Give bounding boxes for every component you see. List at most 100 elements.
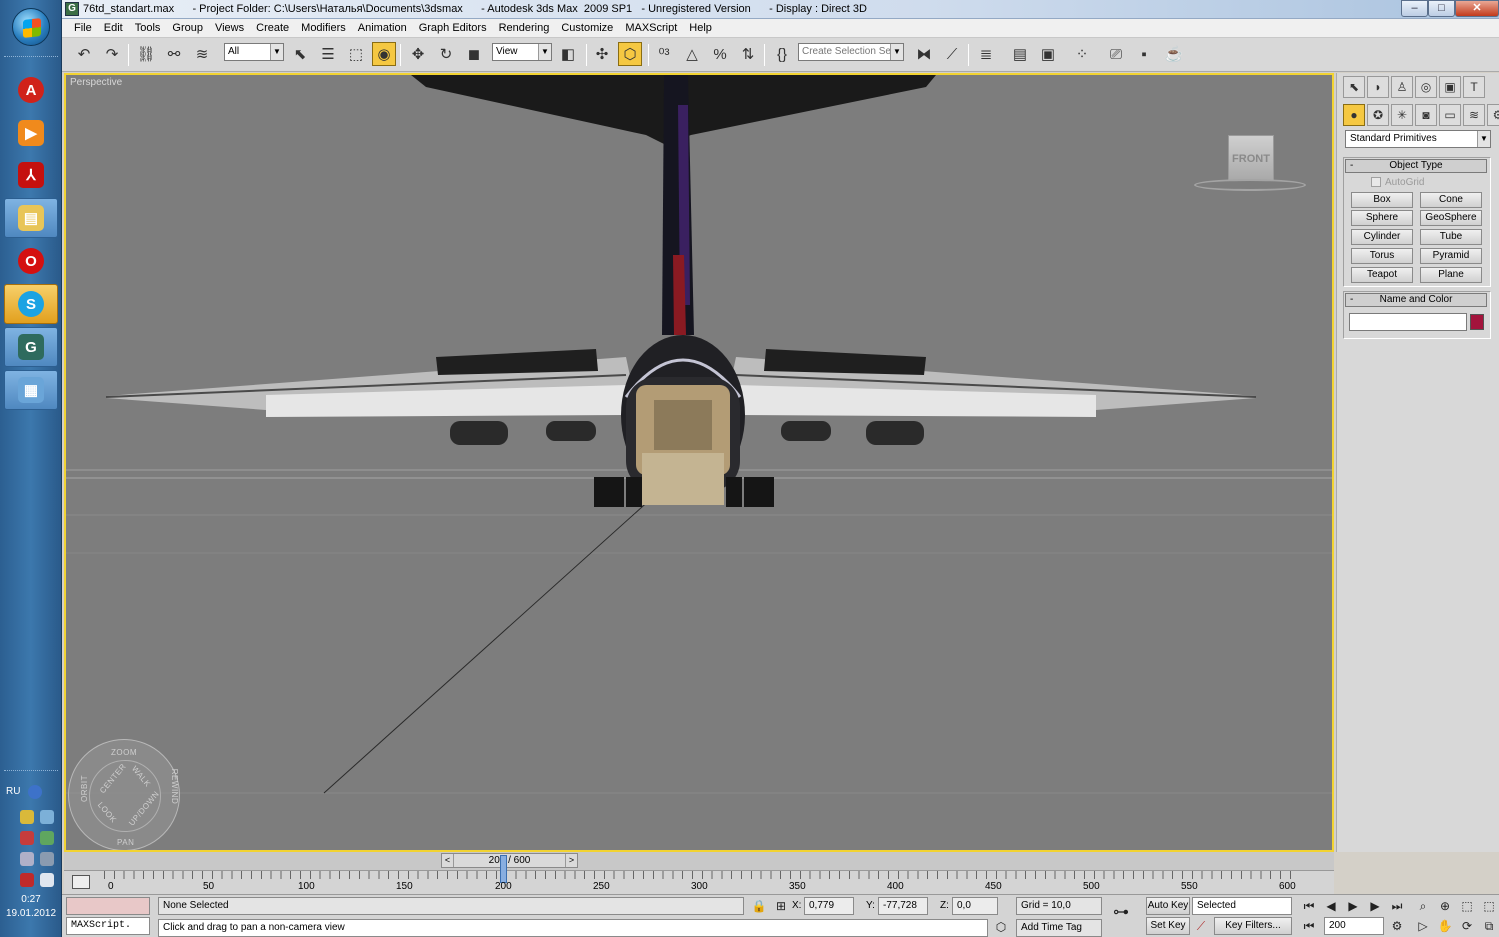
perspective-viewport[interactable]: Perspective FRONT ZOOM ORBIT REWIND PAN …: [64, 73, 1334, 852]
pan-view-icon[interactable]: ✋: [1436, 918, 1454, 934]
previous-frame-button[interactable]: <: [442, 854, 454, 867]
time-slider-thumb[interactable]: < 200 / 600 >: [441, 853, 578, 868]
key-tangent-icon[interactable]: ⟋: [1192, 918, 1210, 934]
steering-wheel[interactable]: ZOOM ORBIT REWIND PAN CENTER WALK LOOK U…: [68, 739, 180, 850]
start-button[interactable]: [12, 8, 50, 46]
menu-rendering[interactable]: Rendering: [493, 22, 556, 34]
taskbar-app-reader[interactable]: A: [4, 70, 58, 110]
align-icon[interactable]: ⟋: [940, 42, 964, 66]
taskbar-app-skype[interactable]: S: [4, 284, 58, 324]
tray-tools-icon[interactable]: [20, 852, 34, 866]
select-and-move-icon[interactable]: ✥: [406, 42, 430, 66]
geometry-icon[interactable]: ●: [1343, 104, 1365, 126]
y-coordinate-input[interactable]: -77,728: [878, 897, 928, 915]
rectangular-selection-icon[interactable]: ⬚: [344, 42, 368, 66]
time-tag-icon[interactable]: ⬡: [992, 919, 1010, 935]
angle-snap-icon[interactable]: △: [680, 42, 704, 66]
sphere-button[interactable]: Sphere: [1351, 210, 1413, 226]
lock-selection-icon[interactable]: 🔒: [750, 898, 768, 914]
next-frame-button[interactable]: >: [565, 854, 577, 867]
torus-button[interactable]: Torus: [1351, 248, 1413, 264]
volume-icon[interactable]: [40, 873, 54, 887]
zoom-extents-icon[interactable]: ⬚: [1458, 898, 1476, 914]
help-icon[interactable]: [28, 785, 42, 799]
object-name-input[interactable]: [1349, 313, 1467, 331]
space-warps-icon[interactable]: ≋: [1463, 104, 1485, 126]
pyramid-button[interactable]: Pyramid: [1420, 248, 1482, 264]
clock-time[interactable]: 0:27: [0, 894, 62, 905]
orbit-icon[interactable]: ⟳: [1458, 918, 1476, 934]
motion-tab-icon[interactable]: ◎: [1415, 76, 1437, 98]
taskbar-grip[interactable]: [4, 56, 58, 59]
field-of-view-icon[interactable]: ▷: [1414, 918, 1432, 934]
zoom-extents-all-icon[interactable]: ⬚: [1480, 898, 1498, 914]
edit-named-selections-icon[interactable]: {}: [770, 42, 794, 66]
open-mini-curve-editor-icon[interactable]: [72, 875, 90, 889]
helpers-icon[interactable]: ▭: [1439, 104, 1461, 126]
menu-graph-editors[interactable]: Graph Editors: [413, 22, 493, 34]
display-tab-icon[interactable]: ▣: [1439, 76, 1461, 98]
viewport-label[interactable]: Perspective: [70, 77, 122, 88]
hierarchy-tab-icon[interactable]: ♙: [1391, 76, 1413, 98]
taskbar-app-desktop[interactable]: ▦: [4, 370, 58, 410]
time-slider[interactable]: < 200 / 600 >: [64, 852, 1334, 870]
tube-button[interactable]: Tube: [1420, 229, 1482, 245]
minimize-button[interactable]: ‒: [1401, 0, 1428, 17]
select-by-name-icon[interactable]: ☰: [316, 42, 340, 66]
taskbar-app-media-player[interactable]: ▶: [4, 113, 58, 153]
zoom-all-icon[interactable]: ⊕: [1436, 898, 1454, 914]
layer-manager-icon[interactable]: ≣: [974, 42, 998, 66]
selection-filter-dropdown[interactable]: All ▼: [224, 43, 284, 61]
key-filters-button[interactable]: Key Filters...: [1214, 917, 1292, 935]
select-and-scale-icon[interactable]: ◼: [462, 42, 486, 66]
wheel-pan[interactable]: PAN: [117, 838, 134, 847]
maxscript-listener-top[interactable]: [66, 897, 150, 915]
go-to-start-icon[interactable]: ⏮: [1300, 898, 1318, 914]
track-bar[interactable]: 0 50 100 150 200 250 300 350 400 450 500…: [64, 855, 1334, 894]
current-frame-input[interactable]: 200: [1324, 917, 1384, 935]
absolute-offset-toggle-icon[interactable]: ⊞: [772, 898, 790, 914]
zoom-icon[interactable]: ⌕: [1414, 898, 1432, 914]
next-frame-icon[interactable]: ▶: [1366, 898, 1384, 914]
pivot-point-center-icon[interactable]: ◧: [556, 42, 580, 66]
clock-date[interactable]: 19.01.2012: [0, 908, 62, 919]
menu-views[interactable]: Views: [209, 22, 250, 34]
rendered-frame-window-icon[interactable]: ▪: [1132, 42, 1156, 66]
menu-help[interactable]: Help: [683, 22, 718, 34]
select-and-manipulate-icon[interactable]: ✣: [590, 42, 614, 66]
maximize-button[interactable]: □: [1428, 0, 1455, 17]
z-coordinate-input[interactable]: 0,0: [952, 897, 998, 915]
set-key-button[interactable]: Set Key: [1146, 917, 1190, 935]
auto-key-button[interactable]: Auto Key: [1146, 897, 1190, 915]
redo-icon[interactable]: ↷: [100, 42, 124, 66]
tray-flag-icon[interactable]: [20, 831, 34, 845]
render-production-icon[interactable]: ☕: [1162, 42, 1186, 66]
snaps-toggle-icon[interactable]: ⁰³: [652, 42, 676, 66]
previous-frame-icon[interactable]: ◀: [1322, 898, 1340, 914]
material-editor-icon[interactable]: ⁘: [1070, 42, 1094, 66]
percent-snap-icon[interactable]: %: [708, 42, 732, 66]
menu-create[interactable]: Create: [250, 22, 295, 34]
wheel-orbit[interactable]: ORBIT: [80, 775, 89, 802]
3dsmax-app-icon[interactable]: G: [65, 2, 79, 16]
tray-app-icon[interactable]: [20, 810, 34, 824]
object-type-header[interactable]: - Object Type: [1345, 159, 1487, 173]
menu-file[interactable]: File: [68, 22, 98, 34]
close-button[interactable]: ✕: [1455, 0, 1499, 17]
current-frame-marker[interactable]: [500, 855, 507, 883]
tray-antivirus-icon[interactable]: [20, 873, 34, 887]
keyboard-shortcut-override-icon[interactable]: ⬡: [618, 42, 642, 66]
render-setup-icon[interactable]: ⎚: [1104, 42, 1128, 66]
viewcube[interactable]: FRONT: [1228, 135, 1274, 181]
name-and-color-header[interactable]: - Name and Color: [1345, 293, 1487, 307]
reference-coordinate-dropdown[interactable]: View ▼: [492, 43, 552, 61]
x-coordinate-input[interactable]: 0,779: [804, 897, 854, 915]
utilities-tab-icon[interactable]: T: [1463, 76, 1485, 98]
cone-button[interactable]: Cone: [1420, 192, 1482, 208]
lights-icon[interactable]: ✳: [1391, 104, 1413, 126]
geosphere-button[interactable]: GeoSphere: [1420, 210, 1482, 226]
key-mode-dropdown[interactable]: Selected: [1192, 897, 1292, 915]
select-and-rotate-icon[interactable]: ↻: [434, 42, 458, 66]
select-object-icon[interactable]: ⬉: [288, 42, 312, 66]
maxscript-listener-input[interactable]: MAXScript.: [66, 917, 150, 935]
